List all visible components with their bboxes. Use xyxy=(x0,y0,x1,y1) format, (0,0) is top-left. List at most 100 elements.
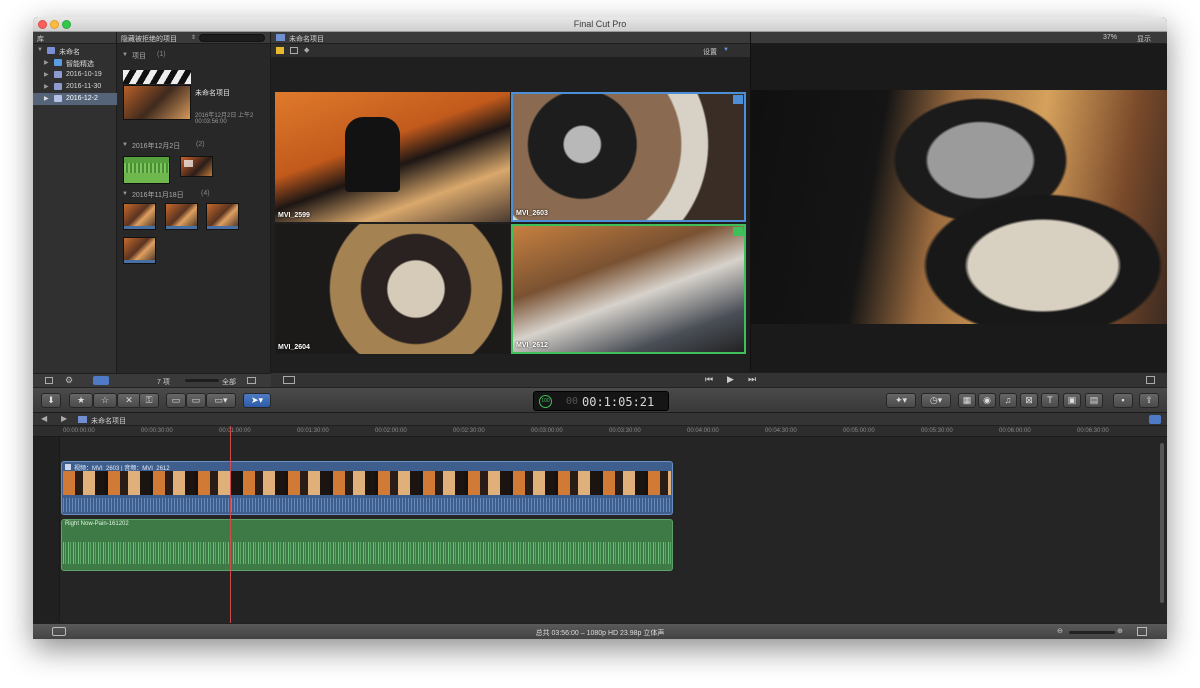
audio-only-icon[interactable]: ◆ xyxy=(304,46,309,54)
playhead[interactable] xyxy=(230,426,231,623)
filter-popup[interactable]: 隐藏被拒绝的项目 xyxy=(121,34,177,44)
music-browser-button[interactable]: ♫ xyxy=(999,393,1017,408)
disclosure-open-icon[interactable]: ▼ xyxy=(122,52,128,58)
project-thumbnail[interactable] xyxy=(123,85,191,120)
unrate-button[interactable]: ☆ xyxy=(93,393,117,408)
view-options-icon[interactable] xyxy=(283,376,295,384)
clip-thumbnail-audio[interactable] xyxy=(123,156,170,184)
disclosure-closed-icon[interactable]: ▶ xyxy=(44,83,49,90)
disclosure-closed-icon[interactable]: ▶ xyxy=(44,95,49,102)
video-only-icon[interactable] xyxy=(290,47,298,54)
search-input[interactable] xyxy=(199,34,265,42)
timeline-scrollbar[interactable] xyxy=(1160,443,1164,603)
import-button[interactable]: ⬇ xyxy=(41,393,61,408)
connect-clip-button[interactable]: ▭ xyxy=(166,393,186,408)
clip-appearance-icon[interactable] xyxy=(1137,627,1147,636)
thumbnail-size-slider[interactable] xyxy=(185,379,219,382)
clip-thumbnail[interactable] xyxy=(123,203,156,230)
settings-menu[interactable]: 设置 xyxy=(703,47,717,57)
ruler-tick: 00:01:00:00 xyxy=(219,428,251,434)
multicam-icon xyxy=(184,160,193,167)
section-label: 2016年11月18日 xyxy=(132,192,184,199)
folder-icon xyxy=(54,59,62,66)
disclosure-open-icon[interactable]: ▼ xyxy=(37,47,43,53)
duration-filter[interactable]: 全部 xyxy=(222,377,236,387)
library-root[interactable]: ▼ 未命名 xyxy=(33,45,117,57)
audio-clip[interactable]: Right Now-Pain-161202 xyxy=(61,519,673,571)
keyword-button[interactable]: ⚿ xyxy=(139,393,159,408)
retime-button[interactable]: ◷▾ xyxy=(921,393,951,408)
zoom-slider[interactable] xyxy=(1069,631,1115,634)
viewer-video-frame xyxy=(751,90,1167,324)
angle-2-active-video[interactable]: MVI_2603 xyxy=(511,92,746,222)
zoom-in-icon[interactable]: ⊕ xyxy=(1117,627,1123,635)
timeline-title: 未命名项目 xyxy=(91,418,126,425)
timeline-view-icon[interactable] xyxy=(1149,415,1161,424)
angle-1[interactable]: MVI_2599 xyxy=(275,92,510,222)
list-view-icon[interactable] xyxy=(93,376,109,385)
timecode-prefix: 00 xyxy=(566,396,579,407)
section-label: 项目 xyxy=(132,53,146,60)
display-menu[interactable]: 显示 xyxy=(1137,34,1151,44)
insert-clip-button[interactable]: ▭ xyxy=(186,393,206,408)
section-label: 2016年12月2日 xyxy=(132,143,181,150)
video-effects-button[interactable]: ▦ xyxy=(958,393,976,408)
append-clip-button[interactable]: ▭▾ xyxy=(206,393,236,408)
disclosure-closed-icon[interactable]: ▶ xyxy=(44,59,49,66)
inspector-button[interactable]: ▪ xyxy=(1113,393,1133,408)
clip-appearance-icon[interactable] xyxy=(247,377,256,384)
reject-button[interactable]: ✕ xyxy=(117,393,141,408)
ruler-tick: 00:06:30:00 xyxy=(1077,428,1109,434)
section-count: (4) xyxy=(201,190,210,197)
ruler-tick: 00:01:30:00 xyxy=(297,428,329,434)
photo-browser-button[interactable]: ◉ xyxy=(978,393,996,408)
angle-label: MVI_2599 xyxy=(278,212,310,219)
forward-arrow-icon[interactable]: ▶ xyxy=(61,414,67,423)
clip-thumbnail-multicam[interactable] xyxy=(180,156,213,177)
library-item-smart[interactable]: ▶ 智能精选 xyxy=(33,57,117,69)
library-item-label: 智能精选 xyxy=(66,61,94,68)
sidebar-toggle-icon[interactable] xyxy=(45,377,53,384)
gear-icon[interactable]: ⚙ xyxy=(65,375,73,386)
section-count: (1) xyxy=(157,51,166,58)
timeline: 视频：MVI_2603 | 音频：MVI_2612 Right Now-Pain… xyxy=(33,426,1167,623)
transitions-button[interactable]: ⊠ xyxy=(1020,393,1038,408)
main-toolbar: ⬇ ★ ☆ ✕ ⚿ ▭ ▭ ▭▾ ➤▾ 100 00 00:1:05:21 ✦▾… xyxy=(33,387,1167,413)
favorite-button[interactable]: ★ xyxy=(69,393,93,408)
section-count: (2) xyxy=(196,141,205,148)
zoom-popup[interactable]: 37% xyxy=(1103,34,1117,41)
next-icon[interactable]: ⏭ xyxy=(748,374,756,385)
zoom-out-icon[interactable]: ⊖ xyxy=(1057,627,1063,635)
timeline-gutter xyxy=(33,437,60,623)
clip-thumbnail[interactable] xyxy=(206,203,239,230)
share-button[interactable]: ⇪ xyxy=(1139,393,1159,408)
angle-label: MVI_2603 xyxy=(516,210,548,217)
video-audio-switch-icon[interactable] xyxy=(276,47,284,54)
multicam-video-clip[interactable]: 视频：MVI_2603 | 音频：MVI_2612 xyxy=(61,461,673,515)
audio-clip-label: Right Now-Pain-161202 xyxy=(65,521,129,527)
themes-button[interactable]: ▤ xyxy=(1085,393,1103,408)
library-item-event[interactable]: ▶ 2016-11-30 xyxy=(33,81,117,93)
disclosure-open-icon[interactable]: ▼ xyxy=(122,142,128,148)
disclosure-open-icon[interactable]: ▼ xyxy=(122,191,128,197)
enhance-button[interactable]: ✦▾ xyxy=(886,393,916,408)
previous-icon[interactable]: ⏮ xyxy=(705,374,713,385)
clip-thumbnail[interactable] xyxy=(165,203,198,230)
clip-thumbnail[interactable] xyxy=(123,237,156,264)
library-item-event-selected[interactable]: ▶ 2016-12-2 xyxy=(33,93,117,105)
timeline-ruler[interactable]: 00:00:00:00 00:00:30:00 00:01:00:00 00:0… xyxy=(33,426,1167,437)
fullscreen-icon[interactable] xyxy=(1146,376,1155,384)
angle-4-active-audio[interactable]: MVI_2612 xyxy=(511,224,746,354)
disclosure-closed-icon[interactable]: ▶ xyxy=(44,71,49,78)
library-item-event[interactable]: ▶ 2016-10-19 xyxy=(33,69,117,81)
select-tool-button[interactable]: ➤▾ xyxy=(243,393,271,408)
generators-button[interactable]: ▣ xyxy=(1063,393,1081,408)
play-icon[interactable]: ▶ xyxy=(727,374,734,385)
titles-button[interactable]: T xyxy=(1041,393,1059,408)
angle-3[interactable]: MVI_2604 xyxy=(275,224,510,354)
status-bar: 总共 03:56:00 – 1080p HD 23.98p 立体声 ⊖ ⊕ xyxy=(33,623,1167,639)
back-arrow-icon[interactable]: ◀ xyxy=(41,414,47,423)
project-date: 2016年12月2日 上午2 xyxy=(195,113,254,119)
event-icon xyxy=(54,95,62,102)
ruler-tick: 00:00:00:00 xyxy=(63,428,95,434)
